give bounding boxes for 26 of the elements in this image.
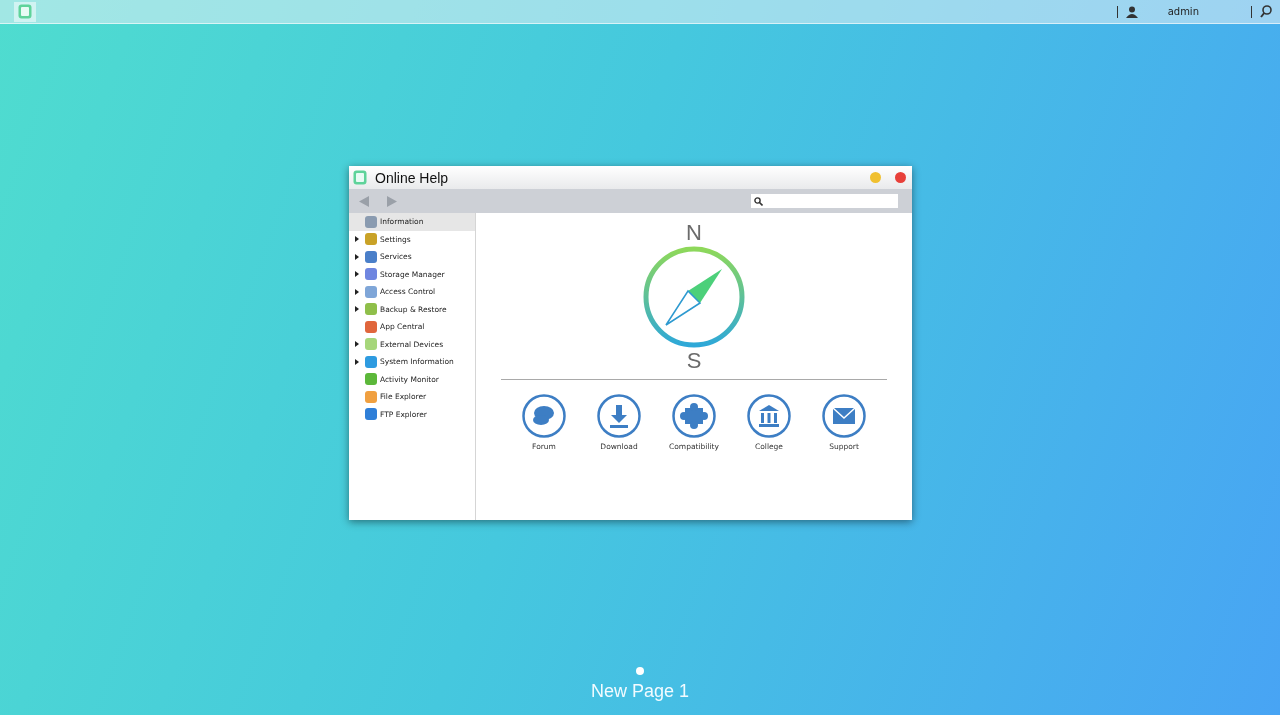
window-title: Online Help [375,169,449,186]
app-icon [353,170,367,185]
forum-icon [522,394,566,438]
expand-arrow-icon[interactable] [354,341,360,348]
compass-icon [642,245,746,349]
close-button[interactable] [895,172,906,183]
expand-arrow-icon[interactable] [354,358,360,365]
user-icon[interactable] [1125,5,1138,18]
mail-icon [822,394,866,438]
expand-arrow-icon[interactable] [354,306,360,313]
puzzle-icon [672,394,716,438]
page-indicator-dot[interactable] [636,667,644,675]
expand-arrow-icon[interactable] [354,271,360,278]
expand-arrow-icon[interactable] [354,236,360,243]
search-field[interactable] [751,194,898,208]
north-label: N [686,221,702,245]
search-icon [754,196,763,206]
south-label: S [686,349,702,373]
expand-arrow-icon[interactable] [354,288,360,295]
download-icon [597,394,641,438]
app-icon [18,4,32,19]
search-icon[interactable] [1260,5,1272,18]
user-name[interactable]: admin [1167,6,1199,17]
college-icon [747,394,791,438]
page-label: New Page 1 [590,681,690,702]
expand-arrow-icon[interactable] [354,253,360,260]
